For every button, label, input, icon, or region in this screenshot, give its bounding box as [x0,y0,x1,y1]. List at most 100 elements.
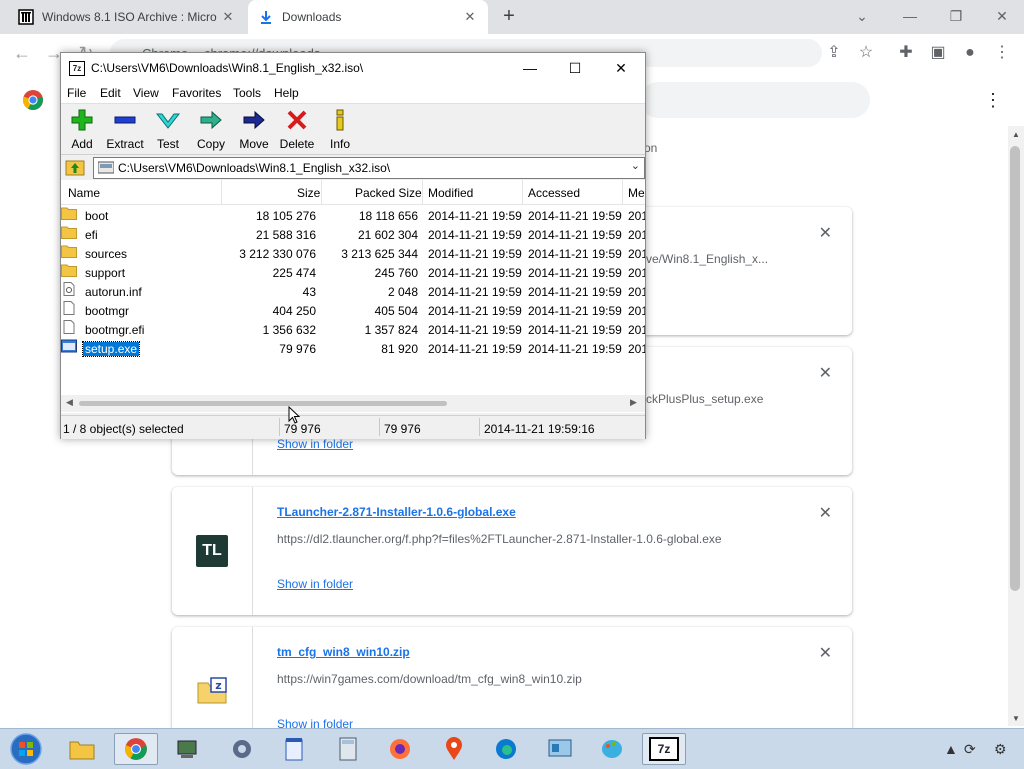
back-button[interactable]: ← [12,43,32,63]
paint-palette-icon [602,740,622,758]
share-icon[interactable]: ⇪ [824,43,844,63]
extract-button[interactable]: Extract [101,108,149,151]
7zip-titlebar[interactable]: 7z C:\Users\VM6\Downloads\Win8.1_English… [61,53,645,83]
column-name[interactable]: Name [68,186,100,200]
file-row-setup-exe[interactable]: setup.exe 79 976 81 920 2014-11-21 19:59 201… [61,339,645,358]
taskbar-file-explorer[interactable] [60,733,104,765]
profile-avatar-icon[interactable]: ● [960,43,980,63]
column-divider[interactable] [522,180,523,204]
tray-network-icon[interactable]: ⟳ [964,741,976,758]
add-button[interactable]: Add [58,108,106,151]
search-downloads-input[interactable] [640,82,870,118]
tray-settings-gear-icon[interactable]: ⚙ [994,741,1007,758]
horizontal-scroll-thumb[interactable] [79,401,447,406]
taskbar-7zip[interactable]: 7z [642,733,686,765]
tab-close-icon[interactable]: ✕ [462,9,478,25]
scroll-down-icon[interactable]: ▼ [1008,714,1024,723]
taskbar-calculator[interactable] [326,733,370,765]
move-button[interactable]: Move [230,108,278,151]
taskbar-settings[interactable] [220,733,264,765]
remove-download-icon[interactable]: ✕ [819,363,832,383]
file-row-sources[interactable]: sources 3 212 330 076 3 213 625 344 2014-11… [61,244,645,263]
column-divider[interactable] [221,180,222,204]
start-orb-button[interactable] [4,733,48,765]
info-button[interactable]: Info [316,108,364,151]
download-filename-link[interactable]: TLauncher-2.871-Installer-1.0.6-global.e… [277,505,516,519]
taskbar-device-manager[interactable] [166,733,210,765]
remove-download-icon[interactable]: ✕ [819,223,832,243]
extensions-icon[interactable]: ✚ [896,43,916,63]
chrome-menu-icon[interactable]: ⋮ [992,43,1012,63]
up-folder-icon[interactable] [65,158,85,176]
file-row-support[interactable]: support 225 474 245 760 2014-11-21 19:59 201… [61,263,645,282]
menu-view[interactable]: View [133,86,159,100]
column-divider[interactable] [422,180,423,204]
menu-tools[interactable]: Tools [233,86,261,100]
horizontal-scrollbar[interactable]: ◀ ▶ [61,395,645,412]
file-row-boot[interactable]: boot 18 105 276 18 118 656 2014-11-21 19:59… [61,206,645,225]
restore-button[interactable]: ❐ [942,4,970,28]
file-me: 201 [628,266,645,280]
close-window-button[interactable]: ✕ [988,4,1016,28]
column-me[interactable]: Me [628,186,645,200]
bookmark-star-icon[interactable]: ☆ [856,43,876,63]
chevron-down-icon[interactable]: ⌄ [631,159,640,172]
tray-expand-icon[interactable]: ▲ [944,741,958,757]
7zip-maximize-button[interactable]: ☐ [560,57,590,79]
menu-edit[interactable]: Edit [100,86,121,100]
file-me: 201 [628,247,645,261]
remove-download-icon[interactable]: ✕ [819,503,832,523]
scroll-up-icon[interactable]: ▲ [1008,130,1024,139]
column-accessed[interactable]: Accessed [528,186,580,200]
tab-search-icon[interactable]: ⌄ [848,4,876,28]
svg-text:z: z [215,679,221,692]
downloads-menu-icon[interactable]: ⋮ [984,90,1002,111]
show-in-folder-link[interactable]: Show in folder [277,437,353,451]
taskbar-maps[interactable] [432,733,476,765]
tab-windows-iso-archive[interactable]: Windows 8.1 ISO Archive : Micro ✕ [8,0,246,34]
scroll-right-icon[interactable]: ▶ [630,397,637,408]
taskbar-chrome[interactable] [114,733,158,765]
file-packed-size: 2 048 [387,285,418,299]
taskbar-firefox[interactable] [378,733,422,765]
7zip-close-button[interactable]: ✕ [606,57,636,79]
scroll-left-icon[interactable]: ◀ [66,397,73,408]
file-icon [63,301,75,315]
column-modified[interactable]: Modified [428,186,473,200]
file-row-autorun-inf[interactable]: autorun.inf 43 2 048 2014-11-21 19:59 2014-1… [61,282,645,301]
delete-x-icon [287,110,307,130]
column-packed-size[interactable]: Packed Size [355,186,422,200]
page-scrollbar[interactable]: ▲ ▼ [1008,126,1024,726]
menu-file[interactable]: File [67,86,86,100]
file-row-efi[interactable]: efi 21 588 316 21 602 304 2014-11-21 19:59 2… [61,225,645,244]
column-divider[interactable] [622,180,623,204]
menu-favorites[interactable]: Favorites [172,86,221,100]
tab-close-icon[interactable]: ✕ [220,9,236,25]
taskbar-control-panel[interactable] [538,733,582,765]
7zip-toolbar: Add Extract Test Copy Move Delete Info [61,104,645,155]
menu-help[interactable]: Help [274,86,299,100]
file-row-bootmgr[interactable]: bootmgr 404 250 405 504 2014-11-21 19:59 201… [61,301,645,320]
remove-download-icon[interactable]: ✕ [819,643,832,663]
7zip-minimize-button[interactable]: — [515,57,545,79]
test-button[interactable]: Test [144,108,192,151]
taskbar-notepad[interactable] [272,733,316,765]
download-filename-link[interactable]: tm_cfg_win8_win10.zip [277,645,410,659]
tab-downloads[interactable]: Downloads ✕ [248,0,488,34]
file-row-bootmgr-efi[interactable]: bootmgr.efi 1 356 632 1 357 824 2014-11-21 … [61,320,645,339]
edge-icon [496,739,516,759]
delete-button[interactable]: Delete [273,108,321,151]
zip-archive-icon: z [197,677,227,704]
minimize-button[interactable]: — [896,4,924,28]
side-panel-icon[interactable]: ▣ [928,43,948,63]
new-tab-button[interactable]: + [499,6,519,26]
taskbar-edge[interactable] [484,733,528,765]
copy-button[interactable]: Copy [187,108,235,151]
7zip-path-combobox[interactable]: C:\Users\VM6\Downloads\Win8.1_English_x3… [93,157,645,179]
taskbar-paint[interactable] [590,733,634,765]
column-size[interactable]: Size [297,186,320,200]
scroll-thumb[interactable] [1010,146,1020,591]
column-divider[interactable] [321,180,322,204]
file-name: bootmgr [85,304,130,318]
show-in-folder-link[interactable]: Show in folder [277,577,353,591]
